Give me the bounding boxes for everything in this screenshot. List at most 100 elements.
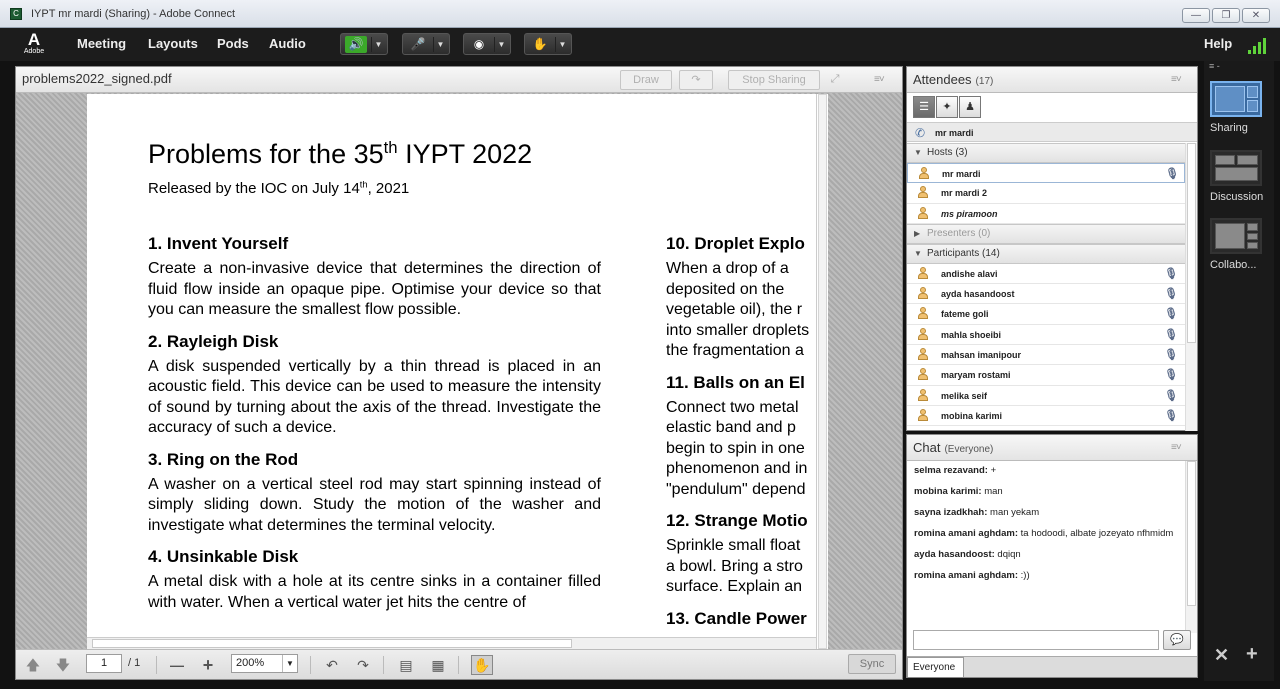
breakout-view-icon[interactable]: ✦ [936,96,958,118]
attendee-group-header[interactable]: ▼ Participants (14) [907,243,1185,264]
attendee-row[interactable]: mr mardi 🎙 [907,163,1185,184]
menu-help[interactable]: Help [1204,36,1232,51]
attendee-row[interactable]: maryam rostami 🎙 [907,365,1185,386]
scroll-thumb[interactable] [1187,143,1196,343]
attendee-row[interactable]: andishe alavi 🎙 [907,264,1185,285]
hand-tool-icon[interactable]: ✋ [471,655,493,675]
problem-text-line: Connect two metal [666,398,799,416]
connection-signal-icon [1248,38,1270,54]
chevron-down-icon[interactable]: ▼ [433,37,447,52]
attendee-group-header[interactable]: ▶ Presenters (0) [907,223,1185,244]
pod-menu-icon[interactable]: ≡˅ [874,74,885,85]
chat-message: romina amani aghdam: :)) [907,566,1185,587]
attendee-row[interactable]: mobina karimi 🎙 [907,406,1185,427]
attendees-header: Attendees (17) ≡˅ [907,67,1197,93]
pod-menu-icon[interactable]: ≡˅ [1171,442,1182,453]
microphone-icon: 🎤 [410,37,426,51]
menu-audio[interactable]: Audio [269,36,306,51]
scroll-thumb[interactable] [92,639,572,648]
fit-width-icon[interactable]: ▤ [398,656,414,674]
zoom-in-icon[interactable]: + [199,656,217,674]
share-pod-header: problems2022_signed.pdf Draw ↷ Stop Shar… [16,67,902,93]
layout-collaboration[interactable]: Collabo... [1210,218,1266,271]
close-button[interactable]: ✕ [1242,8,1270,23]
layout-label: Sharing [1210,122,1248,134]
problem-text-line: When a drop of a [666,260,789,277]
add-layout-icon[interactable]: + [1246,643,1258,666]
user-icon [917,287,929,300]
attendee-row[interactable]: ayda hasandoost 🎙 [907,284,1185,305]
chat-tab-everyone[interactable]: Everyone [907,657,964,677]
zoom-out-icon[interactable]: — [168,656,186,674]
chevron-down-icon[interactable]: ▼ [494,37,508,52]
attendee-name: fateme goli [941,309,989,320]
microphone-button[interactable]: 🎤 ▼ [402,33,450,55]
maximize-button[interactable]: ❐ [1212,8,1240,23]
speaker-button[interactable]: 🔊 ▼ [340,33,388,55]
minimize-button[interactable]: — [1182,8,1210,23]
attendee-row[interactable]: ms piramoon [907,204,1185,224]
chevron-down-icon[interactable]: ▼ [371,37,385,52]
previous-page-icon[interactable]: 🡅 [24,656,42,674]
problem-text-line: a bowl. Bring a stro [666,557,803,575]
scroll-thumb[interactable] [818,94,827,649]
attendee-group-header[interactable]: ▼ Hosts (3) [907,143,1185,163]
raise-hand-button[interactable]: ✋ ▼ [524,33,572,55]
rotate-left-icon[interactable]: ↶ [323,656,341,674]
next-page-icon[interactable]: 🡇 [54,656,72,674]
attendee-name: mahla shoeibi [941,329,1002,340]
microphone-icon: 🎙 [1164,389,1178,402]
pointer-icon[interactable]: ↷ [679,70,713,90]
doc-column-right: 10. Droplet Explo When a drop of a deposit… [666,234,816,634]
horizontal-scrollbar[interactable] [87,637,816,649]
problem-heading: 10. Droplet Explo [666,234,805,253]
send-message-icon[interactable]: 💬 [1163,630,1191,650]
attendee-row[interactable]: fateme goli 🎙 [907,304,1185,325]
fullscreen-icon[interactable]: ⤢ [826,70,844,90]
chat-scrollbar[interactable] [1185,461,1197,633]
problem-text: Connect two metal elastic band and p begin… [666,398,816,501]
attendee-name: andishe alavi [941,268,998,279]
problem-text-line: begin to spin in one [666,439,805,457]
attendee-group-label: Hosts (3) [927,147,968,158]
fit-page-icon[interactable]: ▦ [430,656,446,674]
chat-sender: sayna izadkhah: [914,507,988,518]
status-view-icon[interactable]: ♟ [959,96,981,118]
chevron-down-icon[interactable]: ▼ [555,37,569,52]
problem-text: A metal disk with a hole at its centre s… [148,573,601,611]
stop-sharing-button[interactable]: Stop Sharing [728,70,820,90]
chat-message-input[interactable] [913,630,1159,650]
toolbar-divider [458,656,459,674]
attendee-name: mr mardi [942,169,981,179]
menu-meeting[interactable]: Meeting [77,36,126,51]
draw-button[interactable]: Draw [620,70,672,90]
attendee-row[interactable]: mr mardi 2 [907,183,1185,204]
current-user-row[interactable]: ✆ mr mardi [907,122,1197,142]
vertical-scrollbar[interactable] [816,94,828,649]
chat-text: ta hodoodi, albate jozeyato nfhmidm [1020,528,1174,539]
problem-heading: 1. Invent Yourself [148,234,289,253]
scroll-thumb[interactable] [1187,461,1196,606]
attendee-row[interactable]: mahla shoeibi 🎙 [907,325,1185,346]
layout-discussion[interactable]: Discussion [1210,150,1266,203]
page-number-input[interactable]: 1 [86,654,122,673]
webcam-button[interactable]: ◉ ▼ [463,33,511,55]
pod-menu-icon[interactable]: ≡˅ [1171,74,1182,85]
delete-layout-icon[interactable]: ✕ [1214,645,1229,666]
adobe-logo: A Adobe [23,30,45,55]
document-viewer[interactable]: Problems for the 35th IYPT 2022 Released… [16,93,902,649]
attendee-row[interactable]: melika seif 🎙 [907,386,1185,406]
attendee-row[interactable]: mahsan imanipour 🎙 [907,345,1185,366]
rotate-right-icon[interactable]: ↷ [354,656,372,674]
list-view-icon[interactable]: ☰ [913,96,935,118]
layout-sharing[interactable]: Sharing [1210,81,1266,134]
layout-thumbnail [1210,150,1262,186]
attendee-view-toggle: ☰ ✦ ♟ [913,96,983,118]
user-icon [917,327,929,341]
zoom-select[interactable]: 200% ▼ [231,654,298,673]
menu-pods[interactable]: Pods [217,36,249,51]
sync-button[interactable]: Sync [848,654,896,674]
menu-layouts[interactable]: Layouts [148,36,198,51]
attendee-scrollbar[interactable] [1185,143,1197,431]
layouts-menu-icon[interactable]: ≡ - [1209,61,1220,71]
